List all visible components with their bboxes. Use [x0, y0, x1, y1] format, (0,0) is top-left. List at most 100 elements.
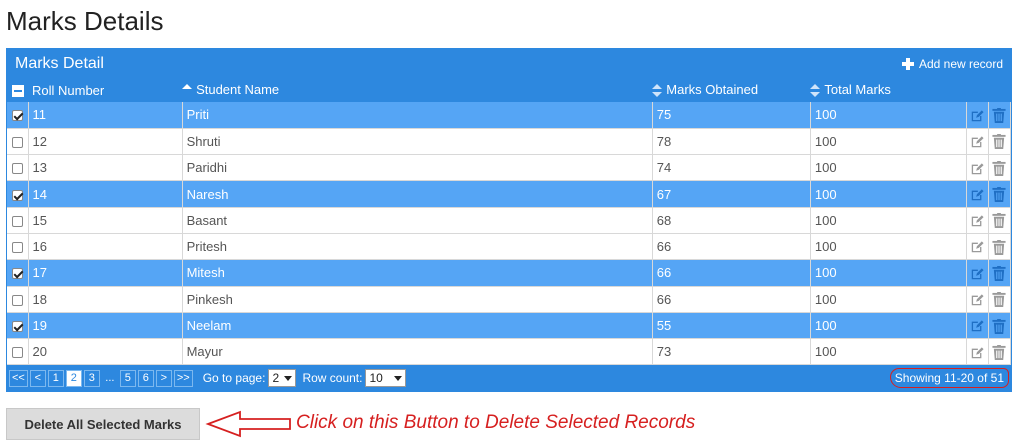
cell-marks-obtained: 66 [652, 259, 811, 287]
cell-roll-number: 16 [28, 233, 183, 261]
last-page-button[interactable]: >> [173, 369, 193, 387]
column-header-edit [966, 78, 988, 102]
table-row[interactable]: 16 Pritesh 66 100 [7, 233, 1012, 261]
edit-row-button[interactable] [966, 128, 989, 156]
delete-row-button[interactable] [988, 338, 1012, 366]
row-checkbox[interactable] [11, 215, 23, 227]
edit-row-button[interactable] [966, 154, 989, 182]
row-checkbox-cell[interactable] [7, 154, 29, 182]
edit-row-button[interactable] [966, 207, 989, 234]
delete-row-button[interactable] [988, 312, 1012, 340]
row-checkbox[interactable] [11, 294, 23, 306]
column-header-name[interactable]: Student Name [182, 78, 652, 102]
column-header-roll[interactable]: Roll Number [28, 78, 182, 102]
table-row[interactable]: 13 Paridhi 74 100 [7, 154, 1012, 182]
chevron-down-icon [394, 375, 403, 381]
row-checkbox[interactable] [11, 137, 23, 148]
delete-row-button[interactable] [988, 154, 1012, 182]
page-button[interactable]: 3 [83, 369, 100, 387]
cell-marks-obtained: 66 [652, 286, 811, 313]
delete-row-button[interactable] [988, 233, 1012, 261]
table-row[interactable]: 20 Mayur 73 100 [7, 338, 1012, 366]
row-checkbox[interactable] [11, 347, 23, 359]
page-button[interactable]: 1 [47, 369, 64, 387]
table-row[interactable]: 14 Naresh 67 100 [7, 180, 1012, 208]
row-checkbox-cell[interactable] [7, 286, 29, 313]
chevron-down-icon [284, 375, 293, 381]
add-record-button[interactable]: Add new record [901, 57, 1003, 71]
row-checkbox[interactable] [11, 163, 23, 175]
row-checkbox-cell[interactable] [7, 180, 29, 208]
edit-row-button[interactable] [966, 233, 989, 261]
table-row[interactable]: 19 Neelam 55 100 [7, 312, 1012, 340]
edit-icon [970, 319, 984, 333]
row-checkbox-cell[interactable] [7, 233, 29, 261]
row-checkbox-cell[interactable] [7, 312, 29, 340]
marks-table: Roll Number Student Name Marks Obtained … [7, 78, 1012, 366]
column-header-delete [988, 78, 1010, 102]
table-row[interactable]: 17 Mitesh 66 100 [7, 259, 1012, 287]
trash-icon [992, 134, 1007, 150]
cell-marks-obtained: 78 [652, 128, 811, 156]
edit-row-button[interactable] [966, 286, 989, 313]
next-page-button[interactable]: > [155, 369, 172, 387]
cell-total-marks: 100 [810, 180, 967, 208]
edit-icon [970, 214, 984, 228]
page-button[interactable]: 6 [137, 369, 154, 387]
cell-student-name: Shruti [182, 128, 653, 156]
page-button[interactable]: 2 [65, 369, 82, 387]
edit-row-button[interactable] [966, 102, 989, 129]
row-checkbox[interactable] [11, 242, 23, 254]
row-checkbox-cell[interactable] [7, 102, 29, 129]
cell-roll-number: 19 [28, 312, 183, 340]
row-checkbox-cell[interactable] [7, 259, 29, 287]
row-checkbox[interactable] [11, 110, 23, 122]
goto-page-select[interactable]: 2 [268, 369, 297, 388]
edit-row-button[interactable] [966, 259, 989, 287]
delete-row-button[interactable] [988, 207, 1012, 234]
first-page-button[interactable]: << [9, 369, 28, 387]
row-count-label: Row count: [302, 371, 363, 386]
edit-row-button[interactable] [966, 312, 989, 340]
row-checkbox-cell[interactable] [7, 128, 29, 156]
cell-total-marks: 100 [810, 128, 967, 156]
prev-page-button[interactable]: < [29, 369, 46, 387]
row-count-select[interactable]: 10 [365, 369, 407, 388]
table-row[interactable]: 12 Shruti 78 100 [7, 128, 1012, 156]
row-checkbox[interactable] [11, 321, 23, 333]
delete-selected-button[interactable]: Delete All Selected Marks [6, 408, 200, 440]
row-checkbox-cell[interactable] [7, 207, 29, 234]
delete-row-button[interactable] [988, 259, 1012, 287]
sort-asc-icon [182, 83, 193, 98]
column-header-total[interactable]: Total Marks [810, 78, 966, 102]
table-row[interactable]: 15 Basant 68 100 [7, 207, 1012, 234]
table-row[interactable]: 11 Priti 75 100 [7, 102, 1012, 129]
edit-row-button[interactable] [966, 180, 989, 208]
cell-student-name: Naresh [182, 180, 653, 208]
select-all-checkbox[interactable] [7, 78, 28, 102]
sort-icon [652, 83, 663, 98]
edit-icon [970, 240, 984, 254]
pager: << < 1 2 3... 5 6 > >> Go to page: 2 Row cou… [7, 365, 1011, 392]
cell-total-marks: 100 [810, 312, 967, 340]
delete-row-button[interactable] [988, 286, 1012, 313]
table-row[interactable]: 18 Pinkesh 66 100 [7, 286, 1012, 313]
row-checkbox[interactable] [11, 268, 23, 280]
page-ellipsis: ... [101, 369, 118, 387]
cell-total-marks: 100 [810, 286, 967, 313]
page-button[interactable]: 5 [119, 369, 136, 387]
delete-row-button[interactable] [988, 102, 1012, 129]
column-header-row: Roll Number Student Name Marks Obtained … [7, 78, 1011, 102]
cell-roll-number: 20 [28, 338, 183, 366]
column-header-name-label: Student Name [196, 82, 280, 98]
edit-row-button[interactable] [966, 338, 989, 366]
cell-marks-obtained: 55 [652, 312, 811, 340]
edit-icon [970, 346, 984, 360]
delete-row-button[interactable] [988, 180, 1012, 208]
annotation-text: Click on this Button to Delete Selected … [296, 412, 696, 433]
column-header-marks[interactable]: Marks Obtained [652, 78, 810, 102]
cell-roll-number: 15 [28, 207, 183, 234]
delete-row-button[interactable] [988, 128, 1012, 156]
row-checkbox[interactable] [11, 189, 23, 201]
row-checkbox-cell[interactable] [7, 338, 29, 366]
